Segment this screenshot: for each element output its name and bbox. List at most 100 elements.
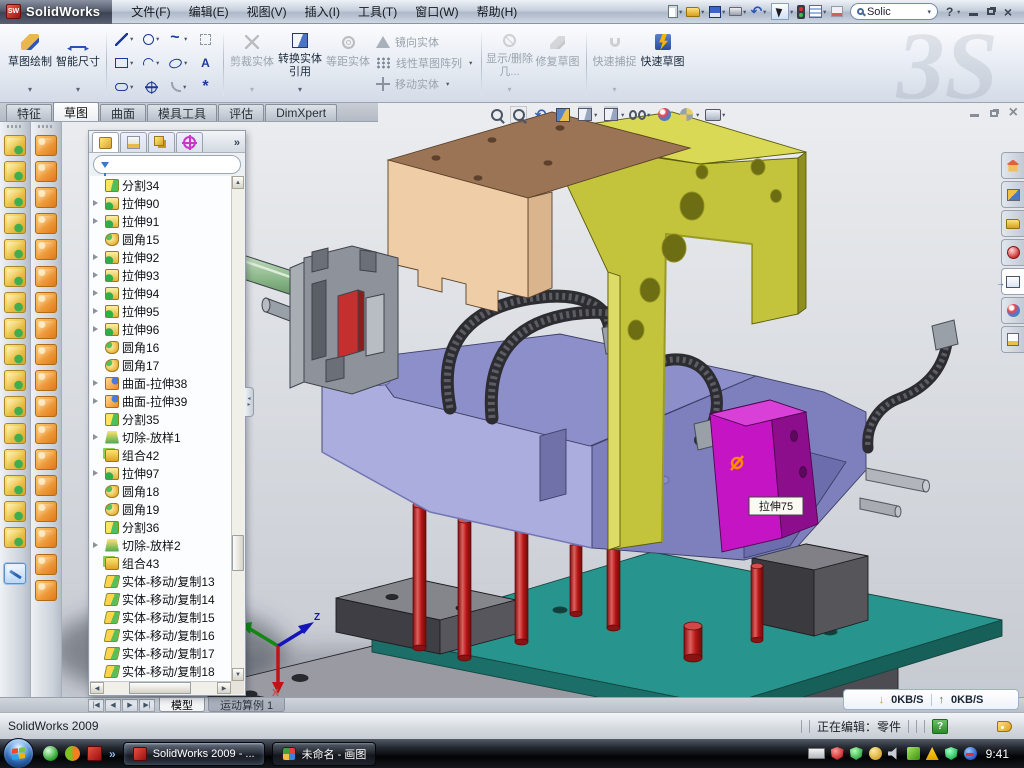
- instant3d[interactable]: [4, 563, 26, 584]
- feature-tree-item[interactable]: 拉伸93: [90, 266, 231, 284]
- combine-icon[interactable]: [4, 396, 26, 417]
- quick-launch-overflow-icon[interactable]: [109, 747, 116, 761]
- feature-tree-item[interactable]: 实体-移动/复制17: [90, 644, 231, 662]
- help-button[interactable]: ?: [943, 5, 956, 19]
- delete-face-icon[interactable]: [35, 396, 57, 417]
- feature-tree-item[interactable]: 圆角16: [90, 338, 231, 356]
- display-delete-relations-button[interactable]: 显示/删除几...: [486, 26, 534, 100]
- feature-tree-item[interactable]: 曲面-拉伸39: [90, 392, 231, 410]
- expand-icon[interactable]: [93, 398, 102, 404]
- new-document[interactable]: ▾: [666, 3, 685, 21]
- thicken-icon[interactable]: [35, 344, 57, 365]
- feature-tree-item[interactable]: 拉伸97: [90, 464, 231, 482]
- lofted-boss-icon[interactable]: [4, 239, 26, 260]
- freeform-icon[interactable]: [35, 580, 57, 601]
- command-tab[interactable]: DimXpert: [265, 104, 337, 121]
- curve-icon[interactable]: [4, 527, 26, 548]
- chamfer-icon[interactable]: [4, 266, 26, 287]
- network-icon[interactable]: [907, 747, 920, 760]
- last-tab-button[interactable]: [139, 699, 155, 712]
- ruled-surface-icon[interactable]: [35, 475, 57, 496]
- menu-item[interactable]: 视图(V): [238, 0, 296, 23]
- input-keyboard-icon[interactable]: [808, 748, 825, 759]
- toolbar-grip[interactable]: [7, 125, 23, 128]
- feature-tree-item[interactable]: 分割34: [90, 176, 231, 194]
- select[interactable]: ▾: [769, 3, 796, 21]
- configurationmanager-tab[interactable]: [148, 132, 175, 152]
- shield-plus-icon[interactable]: [945, 747, 958, 760]
- knit-surface-icon[interactable]: [35, 239, 57, 260]
- taskbar-task-solidworks[interactable]: SolidWorks 2009 - ...: [123, 742, 265, 766]
- doc-close-button[interactable]: ×: [1009, 108, 1018, 118]
- planar-surface-icon[interactable]: [35, 292, 57, 313]
- extruded-boss-icon[interactable]: [4, 135, 26, 156]
- repair-sketch-button[interactable]: 修复草图: [534, 26, 582, 100]
- messenger-icon[interactable]: [43, 746, 58, 761]
- feature-tree-item[interactable]: 切除-放样2: [90, 536, 231, 554]
- feature-tree-item[interactable]: 拉伸94: [90, 284, 231, 302]
- menu-item[interactable]: 文件(F): [122, 0, 179, 23]
- scroll-right-button[interactable]: ▶: [217, 682, 231, 694]
- quick-snaps-button[interactable]: 快速捕捉: [591, 26, 639, 100]
- sketch-fillet[interactable]: ▾: [165, 75, 192, 99]
- warning-icon[interactable]: [926, 747, 939, 760]
- appearances-scenes-tab[interactable]: [1001, 297, 1024, 324]
- extruded-cut-icon[interactable]: [4, 161, 26, 182]
- toolbar-grip[interactable]: [38, 125, 54, 128]
- boundary-surface-icon[interactable]: [35, 318, 57, 339]
- expand-icon[interactable]: [93, 290, 102, 296]
- close-button[interactable]: ×: [1004, 7, 1012, 17]
- linear-sketch-pattern-button[interactable]: 线性草图阵列▾: [372, 54, 477, 73]
- expand-icon[interactable]: [93, 218, 102, 224]
- menu-item[interactable]: 工具(T): [349, 0, 406, 23]
- swept-boss-icon[interactable]: [4, 213, 26, 234]
- tree-vertical-scrollbar[interactable]: ▲ ▼: [231, 176, 244, 681]
- rectangle[interactable]: ▾: [111, 51, 138, 75]
- feature-tree-item[interactable]: 拉伸91: [90, 212, 231, 230]
- feature-tree-item[interactable]: 实体-移动/复制18: [90, 662, 231, 680]
- tree-horizontal-scrollbar[interactable]: ◀ ▶: [90, 681, 231, 694]
- fillet-icon[interactable]: [4, 187, 26, 208]
- previous-tab-button[interactable]: [105, 699, 121, 712]
- feature-tree-item[interactable]: 分割35: [90, 410, 231, 428]
- untrim-surface-icon[interactable]: [35, 449, 57, 470]
- feature-tree-item[interactable]: 分割36: [90, 518, 231, 536]
- menu-item[interactable]: 编辑(E): [180, 0, 238, 23]
- display-style-icon[interactable]: ▾: [603, 106, 625, 123]
- axis-icon[interactable]: [4, 501, 26, 522]
- revolved-surface-icon[interactable]: [35, 161, 57, 182]
- solidworks-resources-tab[interactable]: [1001, 152, 1024, 179]
- expand-icon[interactable]: [93, 434, 102, 440]
- panel-splitter[interactable]: ◂▸: [245, 387, 254, 417]
- swept-surface-icon[interactable]: [35, 135, 57, 156]
- search-results-tab[interactable]: [1001, 239, 1024, 266]
- scroll-down-button[interactable]: ▼: [232, 668, 244, 681]
- trim-entities-button[interactable]: 剪裁实体: [228, 26, 276, 100]
- menu-item[interactable]: 插入(I): [296, 0, 349, 23]
- feature-tree-item[interactable]: 拉伸95: [90, 302, 231, 320]
- taskbar-task-paint[interactable]: 未命名 - 画图: [272, 742, 377, 766]
- apply-scene-icon[interactable]: ▾: [678, 106, 700, 123]
- design-library-tab[interactable]: [1001, 181, 1024, 208]
- doc-restore-button[interactable]: [990, 110, 998, 117]
- point[interactable]: ▾: [192, 75, 219, 99]
- view-orientation-icon[interactable]: ▾: [576, 106, 598, 123]
- zoom-to-fit-icon[interactable]: ▾: [488, 106, 505, 123]
- feature-tree-item[interactable]: 组合43: [90, 554, 231, 572]
- rebuild[interactable]: ▾: [795, 3, 807, 21]
- search-dropdown-icon[interactable]: ▾: [927, 8, 931, 16]
- expand-icon[interactable]: [93, 254, 102, 260]
- edit-appearance-icon[interactable]: ▾: [656, 106, 673, 123]
- feature-tree-item[interactable]: 圆角17: [90, 356, 231, 374]
- reference-geometry-icon[interactable]: [4, 449, 26, 470]
- spline[interactable]: ▾: [165, 27, 192, 51]
- print[interactable]: ▾: [727, 3, 749, 21]
- feature-tree-item[interactable]: 实体-移动/复制14: [90, 590, 231, 608]
- arc[interactable]: ▾: [138, 51, 165, 75]
- hole-wizard-icon[interactable]: [4, 292, 26, 313]
- expand-icon[interactable]: [93, 272, 102, 278]
- restore-button[interactable]: [987, 8, 995, 15]
- feature-tree-item[interactable]: 组合42: [90, 446, 231, 464]
- propertymanager-tab[interactable]: [120, 132, 147, 152]
- quick-tips-button[interactable]: ?: [932, 719, 948, 734]
